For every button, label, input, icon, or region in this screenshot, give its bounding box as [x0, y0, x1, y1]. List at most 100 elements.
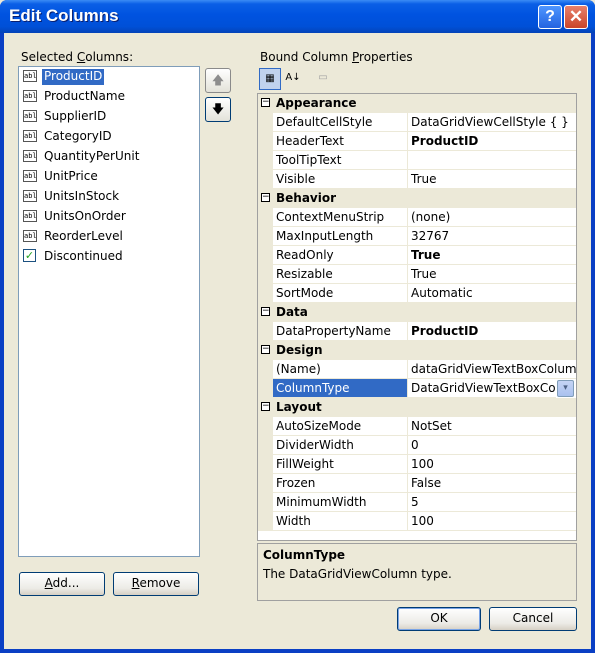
property-row[interactable]: FillWeight 100	[258, 455, 576, 474]
property-row[interactable]: SortMode Automatic	[258, 284, 576, 303]
property-row[interactable]: Frozen False	[258, 474, 576, 493]
property-name[interactable]: ReadOnly	[273, 246, 408, 265]
list-item[interactable]: abl UnitsOnOrder	[22, 207, 198, 226]
category-row[interactable]: − Behavior	[258, 189, 576, 208]
property-name[interactable]: FillWeight	[273, 455, 408, 474]
property-row[interactable]: ColumnTypeDataGridViewTextBoxColumn▾	[258, 379, 576, 398]
property-row[interactable]: (Name) dataGridViewTextBoxColumn	[258, 360, 576, 379]
property-name[interactable]: DataPropertyName	[273, 322, 408, 341]
list-item[interactable]: abl UnitsInStock	[22, 187, 198, 206]
property-value[interactable]: DataGridViewCellStyle { }	[408, 113, 576, 132]
categorized-icon[interactable]: ▦	[259, 68, 281, 90]
list-item[interactable]: abl CategoryID	[22, 127, 198, 146]
add-button[interactable]: Add...	[19, 572, 105, 596]
property-name[interactable]: SortMode	[273, 284, 408, 303]
collapse-icon[interactable]: −	[261, 402, 270, 411]
property-row[interactable]: Visible True	[258, 170, 576, 189]
property-row[interactable]: DataPropertyName ProductID	[258, 322, 576, 341]
ok-button[interactable]: OK	[397, 607, 481, 631]
property-name[interactable]: Visible	[273, 170, 408, 189]
category-row[interactable]: − Layout	[258, 398, 576, 417]
textbox-column-icon: abl	[23, 230, 37, 242]
property-row[interactable]: MinimumWidth 5	[258, 493, 576, 512]
checkbox-column-icon: ✓	[23, 249, 36, 262]
property-row[interactable]: Width 100	[258, 512, 576, 531]
property-name[interactable]: ToolTipText	[273, 151, 408, 170]
move-up-button[interactable]: 🡅	[205, 68, 231, 93]
collapse-icon[interactable]: −	[261, 193, 270, 202]
property-name[interactable]: AutoSizeMode	[273, 417, 408, 436]
row-gutter	[258, 132, 273, 151]
property-value[interactable]: dataGridViewTextBoxColumn	[408, 360, 576, 379]
property-value[interactable]: NotSet	[408, 417, 576, 436]
collapse-icon[interactable]: −	[261, 307, 270, 316]
property-pages-icon: ▭	[318, 72, 328, 83]
help-button[interactable]: ?	[538, 5, 562, 29]
property-grid-edge	[576, 93, 577, 541]
property-value[interactable]: (none)	[408, 208, 576, 227]
cancel-button[interactable]: Cancel	[489, 607, 577, 631]
property-name[interactable]: ContextMenuStrip	[273, 208, 408, 227]
dropdown-arrow-icon[interactable]: ▾	[557, 380, 574, 397]
property-row[interactable]: ContextMenuStrip (none)	[258, 208, 576, 227]
textbox-column-icon: abl	[23, 130, 37, 142]
category-name: Appearance	[276, 96, 357, 110]
move-down-button[interactable]: 🡇	[205, 97, 231, 122]
property-value[interactable]: True	[408, 246, 576, 265]
property-value[interactable]: True	[408, 265, 576, 284]
category-row[interactable]: − Design	[258, 341, 576, 360]
property-row[interactable]: DefaultCellStyle DataGridViewCellStyle { …	[258, 113, 576, 132]
property-value[interactable]	[408, 151, 576, 170]
alphabetical-sort-icon[interactable]: A↓	[282, 68, 304, 90]
property-row[interactable]: Resizable True	[258, 265, 576, 284]
list-item[interactable]: abl UnitPrice	[22, 167, 198, 186]
list-item[interactable]: abl QuantityPerUnit	[22, 147, 198, 166]
column-name: CategoryID	[44, 129, 112, 143]
collapse-icon[interactable]: −	[261, 345, 270, 354]
property-value[interactable]: 100	[408, 512, 576, 531]
property-name[interactable]: (Name)	[273, 360, 408, 379]
close-button[interactable]: ✕	[564, 5, 588, 29]
list-item[interactable]: abl ProductID	[22, 67, 198, 86]
column-name: UnitsInStock	[44, 189, 120, 203]
property-row[interactable]: ToolTipText	[258, 151, 576, 170]
property-name[interactable]: ColumnType	[273, 379, 408, 398]
property-name[interactable]: DefaultCellStyle	[273, 113, 408, 132]
category-row[interactable]: − Data	[258, 303, 576, 322]
property-row[interactable]: HeaderText ProductID	[258, 132, 576, 151]
property-row[interactable]: DividerWidth 0	[258, 436, 576, 455]
property-name[interactable]: Width	[273, 512, 408, 531]
selected-columns-list[interactable]: abl ProductID abl ProductName abl SupplierID a…	[18, 66, 200, 557]
property-value[interactable]: DataGridViewTextBoxColumn	[408, 379, 556, 398]
property-value[interactable]: 0	[408, 436, 576, 455]
list-item[interactable]: ✓ Discontinued	[22, 247, 198, 266]
property-name[interactable]: MaxInputLength	[273, 227, 408, 246]
property-grid[interactable]: − Appearance DefaultCellStyle DataGridViewC…	[257, 93, 577, 541]
property-value[interactable]: Automatic	[408, 284, 576, 303]
row-gutter	[258, 265, 273, 284]
list-item[interactable]: abl ReorderLevel	[22, 227, 198, 246]
property-name[interactable]: Resizable	[273, 265, 408, 284]
property-value[interactable]: True	[408, 170, 576, 189]
property-value[interactable]: ProductID	[408, 322, 576, 341]
remove-button[interactable]: Remove	[113, 572, 199, 596]
column-name: ProductID	[42, 69, 105, 85]
property-name[interactable]: MinimumWidth	[273, 493, 408, 512]
category-row[interactable]: − Appearance	[258, 94, 576, 113]
property-name[interactable]: Frozen	[273, 474, 408, 493]
property-value[interactable]: 32767	[408, 227, 576, 246]
collapse-icon[interactable]: −	[261, 98, 270, 107]
property-row[interactable]: MaxInputLength 32767	[258, 227, 576, 246]
title-bar[interactable]: Edit Columns ? ✕	[0, 0, 595, 33]
column-name: ProductName	[44, 89, 125, 103]
property-row[interactable]: ReadOnly True	[258, 246, 576, 265]
property-name[interactable]: DividerWidth	[273, 436, 408, 455]
property-value[interactable]: False	[408, 474, 576, 493]
property-name[interactable]: HeaderText	[273, 132, 408, 151]
property-value[interactable]: 100	[408, 455, 576, 474]
property-value[interactable]: 5	[408, 493, 576, 512]
property-value[interactable]: ProductID	[408, 132, 576, 151]
list-item[interactable]: abl ProductName	[22, 87, 198, 106]
property-row[interactable]: AutoSizeMode NotSet	[258, 417, 576, 436]
list-item[interactable]: abl SupplierID	[22, 107, 198, 126]
